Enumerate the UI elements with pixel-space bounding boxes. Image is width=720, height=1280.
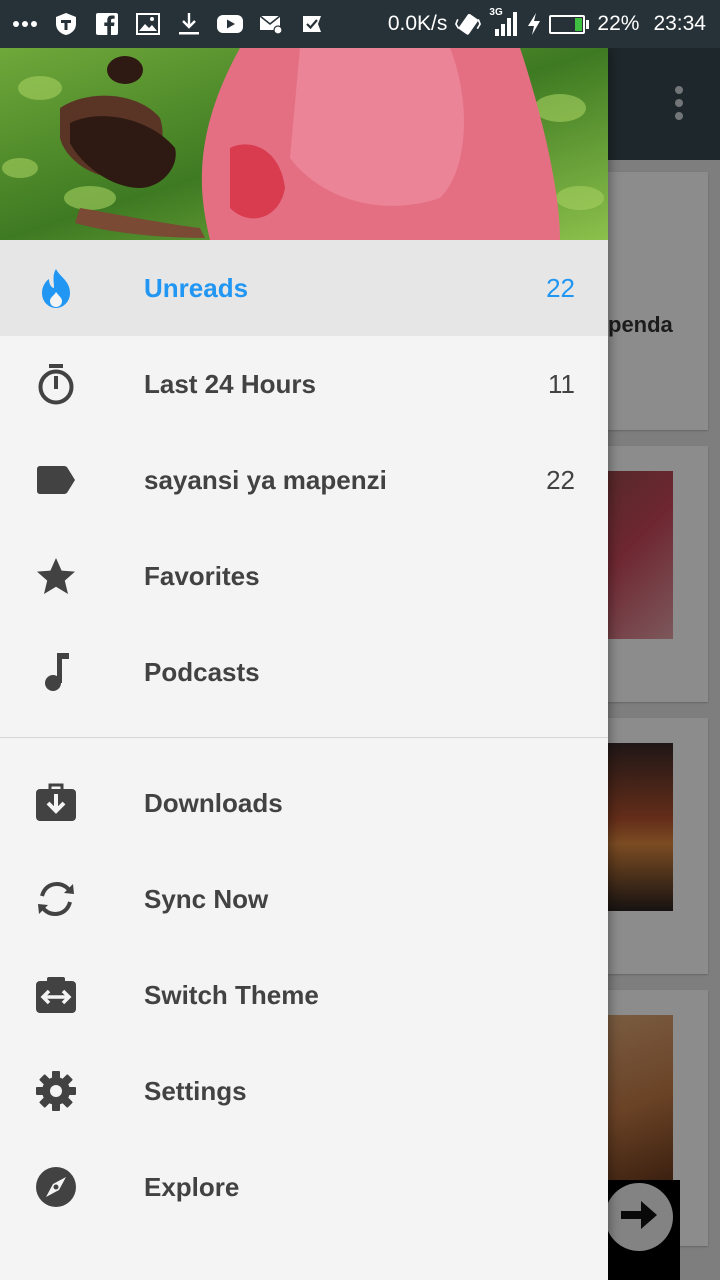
notification-icons bbox=[12, 0, 325, 48]
gallery-icon bbox=[135, 11, 161, 37]
nav-item-podcasts[interactable]: Podcasts bbox=[0, 624, 608, 720]
nav-item-label: Switch Theme bbox=[144, 980, 319, 1010]
item-count-badge: 11 bbox=[548, 369, 575, 399]
gear-icon bbox=[34, 1069, 78, 1113]
mail-settings-icon bbox=[258, 11, 284, 37]
nav-item-sayansi-ya-mapenzi[interactable]: sayansi ya mapenzi 22 bbox=[0, 432, 608, 528]
battery-icon bbox=[549, 14, 590, 34]
compass-icon bbox=[34, 1165, 78, 1209]
nav-item-label: Sync Now bbox=[144, 884, 269, 914]
nav-item-downloads[interactable]: Downloads bbox=[0, 755, 608, 851]
nav-item-label: Explore bbox=[144, 1172, 240, 1202]
nav-divider bbox=[0, 737, 608, 738]
drawer-header-image bbox=[0, 48, 608, 240]
system-status: 0.0K/s 3G 22% 23:34 bbox=[388, 0, 706, 48]
signal-icon: 3G bbox=[489, 7, 519, 37]
vibrate-icon bbox=[455, 11, 482, 37]
network-type: 3G bbox=[489, 7, 503, 18]
sync-icon bbox=[34, 877, 78, 921]
primary-nav-list: Unreads 22 Last 24 Hours 11 sayansi ya m… bbox=[0, 240, 608, 720]
battery-percent: 22% bbox=[597, 12, 640, 35]
youtube-icon bbox=[217, 11, 243, 37]
star-icon bbox=[34, 554, 78, 598]
switch-theme-icon bbox=[34, 973, 78, 1017]
download-briefcase-icon bbox=[34, 781, 78, 825]
item-count-badge: 22 bbox=[546, 465, 575, 495]
download-icon bbox=[176, 11, 202, 37]
music-note-icon bbox=[34, 650, 78, 694]
nav-item-label: Favorites bbox=[144, 561, 260, 591]
nav-item-switch-theme[interactable]: Switch Theme bbox=[0, 947, 608, 1043]
clock: 23:34 bbox=[653, 12, 706, 35]
charging-icon bbox=[527, 11, 541, 37]
nav-item-unreads[interactable]: Unreads 22 bbox=[0, 240, 608, 336]
label-tag-icon bbox=[34, 458, 78, 502]
nav-item-label: sayansi ya mapenzi bbox=[144, 465, 387, 495]
unread-count-badge: 22 bbox=[546, 273, 575, 303]
nav-item-sync-now[interactable]: Sync Now bbox=[0, 851, 608, 947]
nav-item-label: Settings bbox=[144, 1076, 247, 1106]
nav-item-label: Podcasts bbox=[144, 657, 260, 687]
secondary-nav-list: Downloads Sync Now Switch Theme Settings… bbox=[0, 755, 608, 1235]
timer-icon bbox=[34, 362, 78, 406]
checkmark-app-icon bbox=[299, 11, 325, 37]
nav-item-label: Last 24 Hours bbox=[144, 369, 316, 399]
status-bar: 0.0K/s 3G 22% 23:34 bbox=[0, 0, 720, 48]
facebook-icon bbox=[94, 11, 120, 37]
battery-level-fill bbox=[575, 17, 583, 31]
nav-item-explore[interactable]: Explore bbox=[0, 1139, 608, 1235]
nav-item-label: Unreads bbox=[144, 273, 249, 303]
more-dots-icon bbox=[12, 11, 38, 37]
nav-item-settings[interactable]: Settings bbox=[0, 1043, 608, 1139]
flame-icon bbox=[34, 266, 78, 310]
nav-item-last-24-hours[interactable]: Last 24 Hours 11 bbox=[0, 336, 608, 432]
navigation-drawer: Unreads 22 Last 24 Hours 11 sayansi ya m… bbox=[0, 48, 608, 1280]
shield-app-icon bbox=[53, 11, 79, 37]
nav-item-favorites[interactable]: Favorites bbox=[0, 528, 608, 624]
network-speed: 0.0K/s bbox=[387, 12, 448, 35]
nav-item-label: Downloads bbox=[144, 788, 283, 818]
